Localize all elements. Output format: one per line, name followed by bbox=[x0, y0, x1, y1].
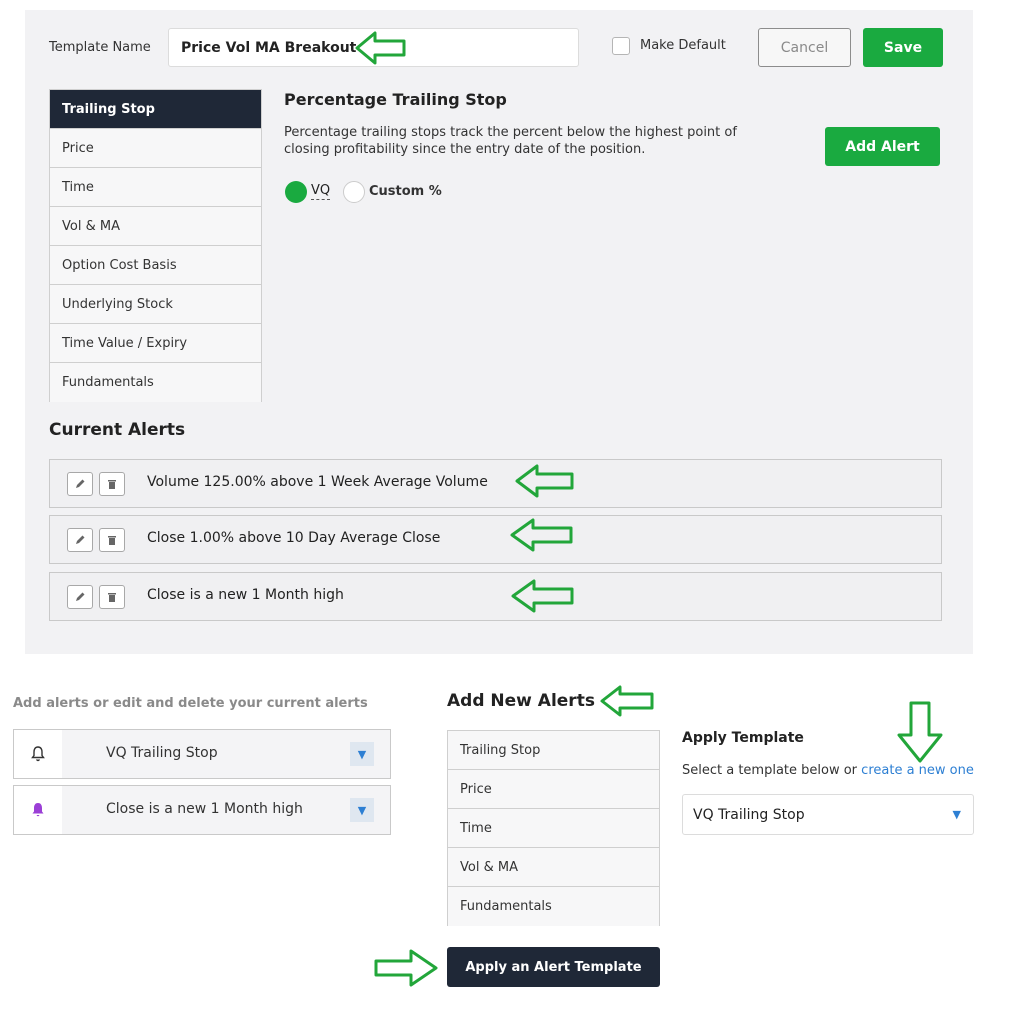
template-select-value: VQ Trailing Stop bbox=[693, 807, 805, 823]
right-arrow-icon bbox=[374, 949, 438, 987]
radio-custom-label: Custom % bbox=[369, 184, 442, 199]
left-arrow-icon bbox=[600, 685, 654, 717]
description-line-1: Percentage trailing stops track the perc… bbox=[284, 125, 737, 140]
section-description: Percentage trailing stops track the perc… bbox=[284, 124, 804, 158]
pencil-icon bbox=[76, 535, 85, 544]
create-new-template-link[interactable]: create a new one bbox=[861, 763, 974, 778]
tab-underlying-stock[interactable]: Underlying Stock bbox=[50, 285, 261, 324]
delete-button[interactable] bbox=[99, 585, 125, 609]
alert-row: Volume 125.00% above 1 Week Average Volu… bbox=[49, 459, 942, 508]
cancel-button[interactable]: Cancel bbox=[758, 28, 851, 67]
chevron-down-icon[interactable]: ▼ bbox=[350, 742, 374, 766]
pencil-icon bbox=[76, 479, 85, 488]
tab-vol-ma[interactable]: Vol & MA bbox=[448, 848, 659, 887]
edit-button[interactable] bbox=[67, 528, 93, 552]
selected-alert-label: VQ Trailing Stop bbox=[106, 745, 218, 761]
trash-icon bbox=[108, 593, 116, 602]
tab-price[interactable]: Price bbox=[448, 770, 659, 809]
add-new-alerts-title: Add New Alerts bbox=[447, 691, 595, 711]
trash-icon bbox=[108, 536, 116, 545]
template-select[interactable]: VQ Trailing Stop ▼ bbox=[682, 794, 974, 835]
apply-template-title: Apply Template bbox=[682, 730, 804, 746]
section-title: Percentage Trailing Stop bbox=[284, 90, 507, 109]
pencil-icon bbox=[76, 592, 85, 601]
tab-fundamentals[interactable]: Fundamentals bbox=[448, 887, 659, 926]
trash-icon bbox=[108, 480, 116, 489]
left-arrow-icon bbox=[511, 579, 574, 613]
alert-row: Close 1.00% above 10 Day Average Close bbox=[49, 515, 942, 564]
chevron-down-icon: ▼ bbox=[952, 808, 961, 821]
edit-button[interactable] bbox=[67, 472, 93, 496]
tab-time-value-expiry[interactable]: Time Value / Expiry bbox=[50, 324, 261, 363]
alert-text: Close is a new 1 Month high bbox=[147, 587, 344, 603]
down-arrow-icon bbox=[897, 701, 943, 763]
selected-alert-row[interactable]: Close is a new 1 Month high ▼ bbox=[13, 785, 391, 835]
tab-time[interactable]: Time bbox=[448, 809, 659, 848]
alerts-hint: Add alerts or edit and delete your curre… bbox=[13, 696, 368, 711]
tab-trailing-stop[interactable]: Trailing Stop bbox=[448, 731, 659, 770]
description-line-2: closing profitability since the entry da… bbox=[284, 142, 646, 157]
radio-vq[interactable] bbox=[285, 181, 307, 203]
bell-outline-icon bbox=[14, 730, 62, 778]
delete-button[interactable] bbox=[99, 472, 125, 496]
delete-button[interactable] bbox=[99, 528, 125, 552]
left-arrow-icon bbox=[355, 31, 406, 65]
add-alert-button[interactable]: Add Alert bbox=[825, 127, 940, 166]
tab-trailing-stop[interactable]: Trailing Stop bbox=[50, 90, 261, 129]
selected-alert-row[interactable]: VQ Trailing Stop ▼ bbox=[13, 729, 391, 779]
bell-filled-icon bbox=[14, 786, 62, 834]
tab-option-cost-basis[interactable]: Option Cost Basis bbox=[50, 246, 261, 285]
left-arrow-icon bbox=[510, 518, 573, 552]
alert-text: Volume 125.00% above 1 Week Average Volu… bbox=[147, 474, 488, 490]
tab-fundamentals[interactable]: Fundamentals bbox=[50, 363, 261, 402]
left-arrow-icon bbox=[515, 464, 574, 498]
apply-template-prompt: Select a template below or bbox=[682, 763, 858, 778]
apply-alert-template-button[interactable]: Apply an Alert Template bbox=[447, 947, 660, 987]
make-default-checkbox[interactable] bbox=[612, 37, 630, 55]
current-alerts-title: Current Alerts bbox=[49, 420, 186, 440]
radio-custom-percent[interactable] bbox=[343, 181, 365, 203]
alert-row: Close is a new 1 Month high bbox=[49, 572, 942, 621]
add-new-alert-tabs: Trailing Stop Price Time Vol & MA Fundam… bbox=[447, 730, 660, 926]
tab-vol-ma[interactable]: Vol & MA bbox=[50, 207, 261, 246]
alert-type-tabs: Trailing Stop Price Time Vol & MA Option… bbox=[49, 89, 262, 402]
chevron-down-icon[interactable]: ▼ bbox=[350, 798, 374, 822]
apply-template-text: Select a template below or create a new … bbox=[682, 763, 974, 778]
tab-price[interactable]: Price bbox=[50, 129, 261, 168]
template-name-value: Price Vol MA Breakout bbox=[181, 40, 357, 56]
template-name-label: Template Name bbox=[49, 40, 151, 55]
tab-time[interactable]: Time bbox=[50, 168, 261, 207]
save-button[interactable]: Save bbox=[863, 28, 943, 67]
make-default-label: Make Default bbox=[640, 38, 726, 53]
alert-text: Close 1.00% above 10 Day Average Close bbox=[147, 530, 441, 546]
edit-button[interactable] bbox=[67, 585, 93, 609]
selected-alert-label: Close is a new 1 Month high bbox=[106, 801, 303, 817]
radio-vq-label: VQ bbox=[311, 183, 331, 200]
